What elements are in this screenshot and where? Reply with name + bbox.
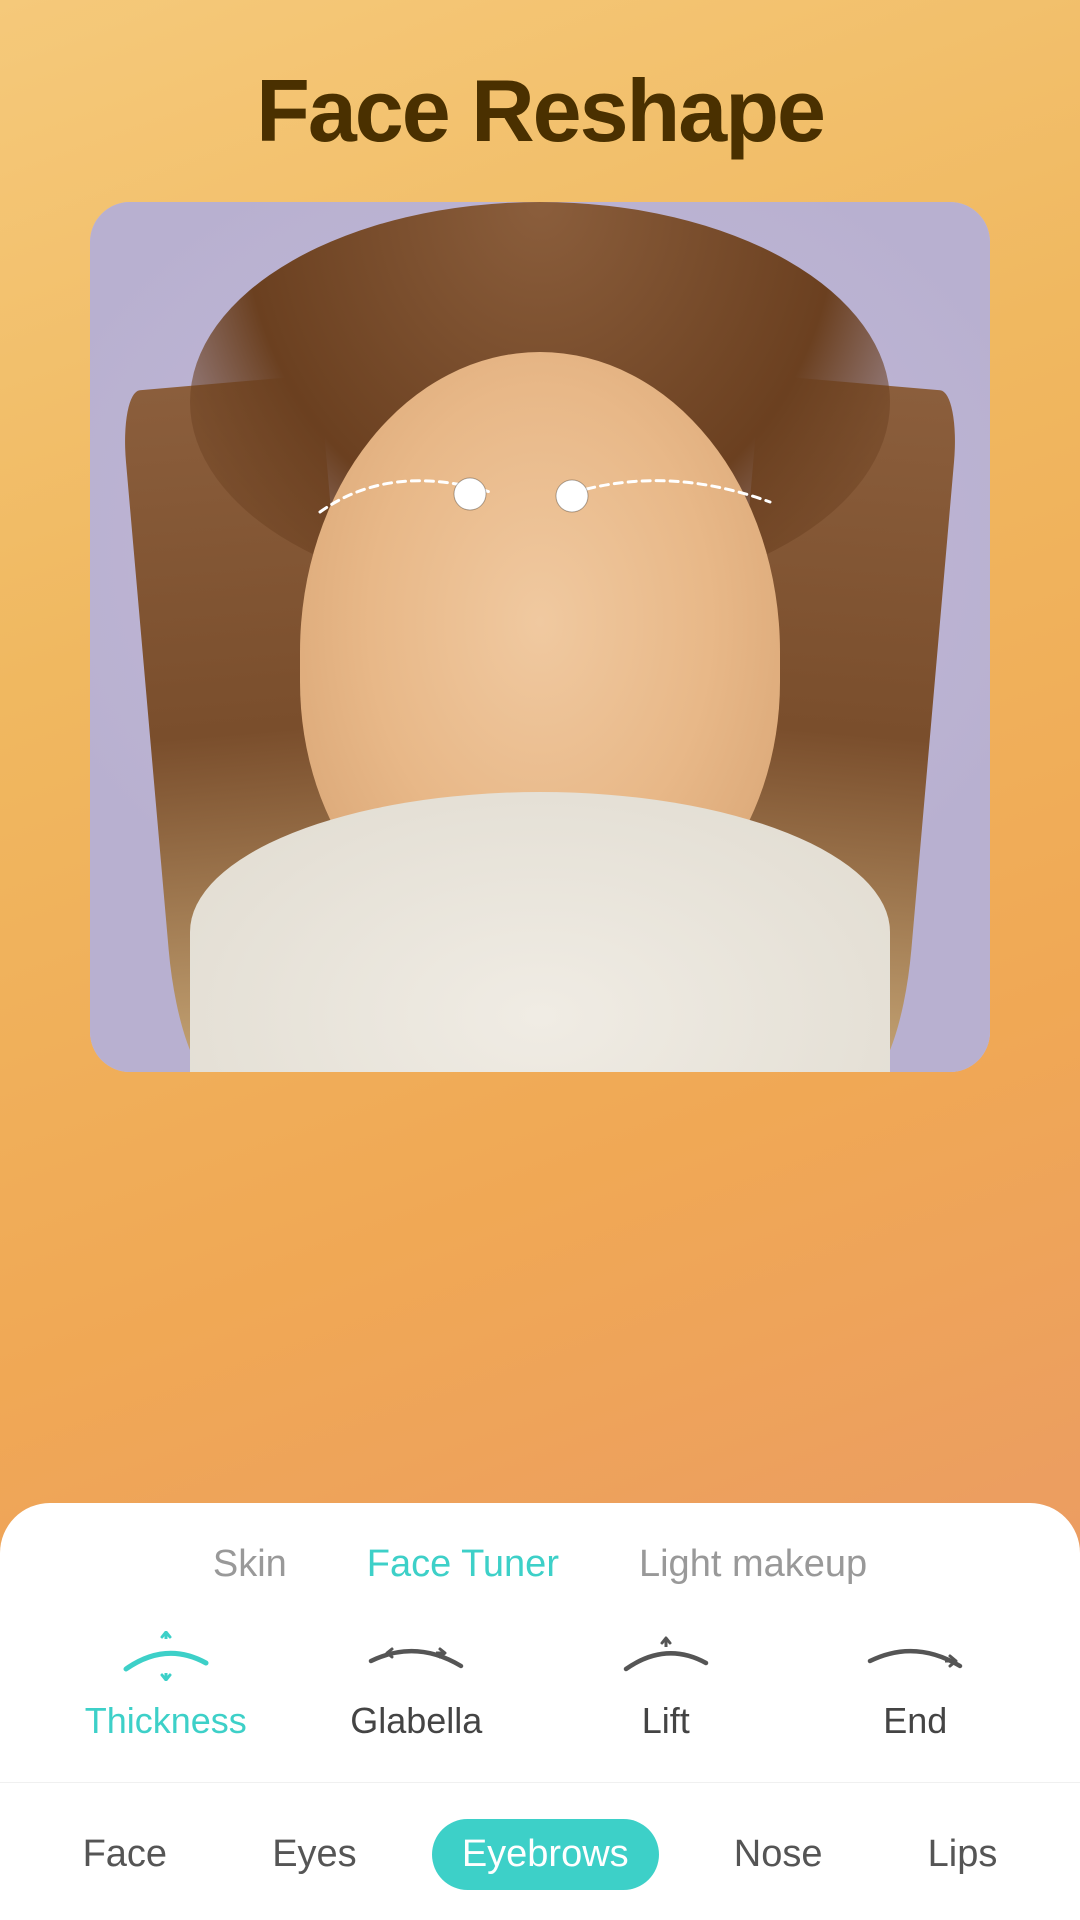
category-lips[interactable]: Lips <box>898 1819 1028 1890</box>
end-icon <box>865 1626 965 1686</box>
thickness-icon <box>116 1626 216 1686</box>
tool-lift[interactable]: Lift <box>586 1626 746 1742</box>
page-title: Face Reshape <box>256 60 824 162</box>
category-eyes[interactable]: Eyes <box>242 1819 386 1890</box>
photo-card <box>90 202 990 1072</box>
clothing <box>190 792 890 1072</box>
tab-row: Skin Face Tuner Light makeup <box>0 1543 1080 1586</box>
glabella-icon <box>366 1626 466 1686</box>
divider <box>0 1782 1080 1783</box>
category-face[interactable]: Face <box>53 1819 197 1890</box>
category-nose[interactable]: Nose <box>704 1819 853 1890</box>
lift-icon <box>616 1626 716 1686</box>
tab-light-makeup[interactable]: Light makeup <box>639 1543 867 1586</box>
category-row: Face Eyes Eyebrows Nose Lips <box>0 1819 1080 1890</box>
tab-face-tuner[interactable]: Face Tuner <box>367 1543 559 1586</box>
eyebrow-overlay <box>290 442 790 542</box>
portrait <box>90 202 990 1072</box>
thickness-label: Thickness <box>85 1700 247 1742</box>
tool-glabella[interactable]: Glabella <box>336 1626 496 1742</box>
glabella-label: Glabella <box>350 1700 482 1742</box>
tool-end[interactable]: End <box>835 1626 995 1742</box>
category-eyebrows[interactable]: Eyebrows <box>432 1819 659 1890</box>
bottom-panel: Skin Face Tuner Light makeup Thickness <box>0 1503 1080 1920</box>
tool-thickness[interactable]: Thickness <box>85 1626 247 1742</box>
lift-label: Lift <box>642 1700 690 1742</box>
tools-row: Thickness Glabella <box>0 1626 1080 1742</box>
tab-skin[interactable]: Skin <box>213 1543 287 1586</box>
end-label: End <box>883 1700 947 1742</box>
